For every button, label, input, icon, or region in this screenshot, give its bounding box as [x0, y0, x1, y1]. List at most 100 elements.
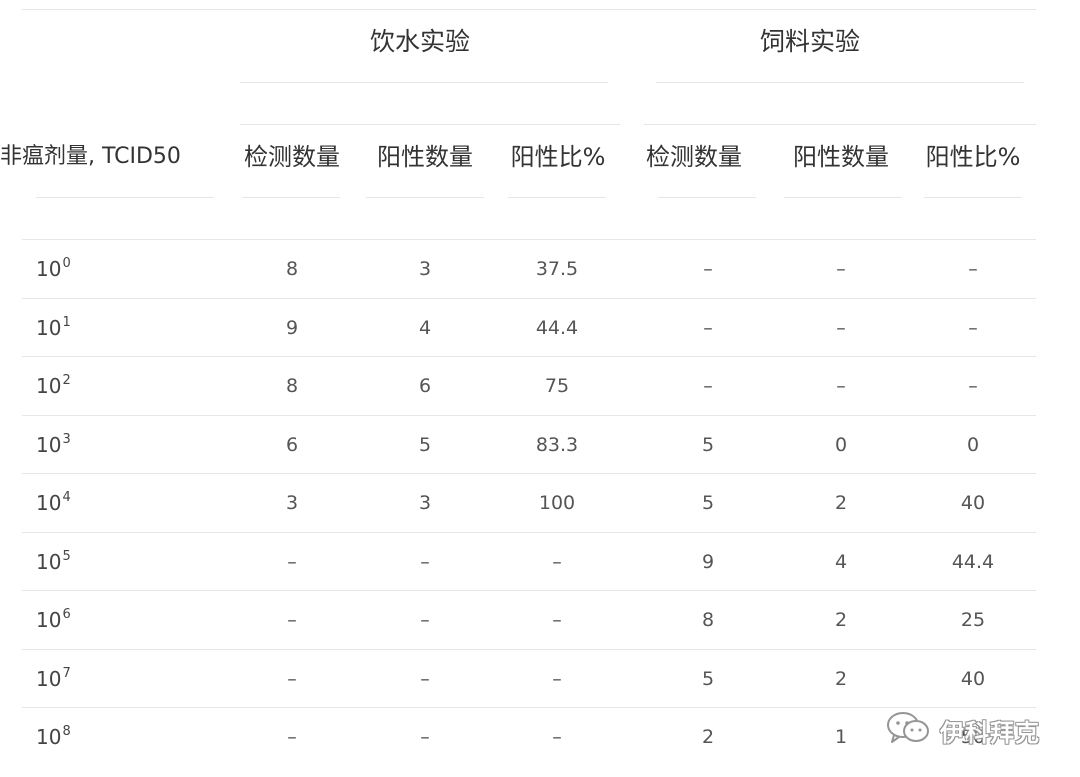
dose-exponent: 2: [62, 373, 71, 388]
table-cell: 9: [285, 317, 299, 339]
dose-exponent: 5: [62, 549, 71, 564]
row-rule: [22, 707, 1036, 708]
dose-base: 10: [36, 316, 62, 340]
table-cell: 44.4: [951, 551, 995, 573]
table-cell: –: [552, 726, 562, 748]
table-cell: 2: [834, 492, 848, 514]
column-header-water-tested: 检测数量: [244, 143, 340, 171]
table-cell: 9: [701, 551, 715, 573]
group-header-drinking-water: 饮水实验: [369, 27, 470, 56]
table-cell: –: [420, 726, 430, 748]
column-header-feed-tested: 检测数量: [646, 143, 742, 171]
table-cell: –: [420, 609, 430, 631]
column-header-water-ratio: 阳性比%: [510, 143, 606, 171]
table-cell: –: [287, 551, 297, 573]
watermark: 伊科拜克: [886, 712, 1040, 748]
dose-cell: 102: [36, 371, 71, 401]
table-cell: 0: [834, 434, 848, 456]
table-cell: 4: [418, 317, 432, 339]
table-cell: 6: [285, 434, 299, 456]
row-rule: [22, 239, 1036, 240]
table-cell: 8: [285, 258, 299, 280]
dose-cell: 104: [36, 488, 71, 518]
table-cell: 6: [418, 375, 432, 397]
table-cell: 40: [960, 668, 986, 690]
table-cell: 4: [834, 551, 848, 573]
subhead-rule-water: [240, 124, 620, 125]
table-cell: 3: [418, 258, 432, 280]
table-cell: 75: [544, 375, 570, 397]
dose-cell: 100: [36, 254, 71, 284]
dose-base: 10: [36, 725, 62, 749]
watermark-text: 伊科拜克: [940, 718, 1040, 747]
table-cell: 2: [834, 609, 848, 631]
group-rule-feed: [656, 82, 1024, 83]
group-rule-water: [240, 82, 608, 83]
dose-base: 10: [36, 608, 62, 632]
dose-base: 10: [36, 433, 62, 457]
column-header-feed-positive: 阳性数量: [793, 143, 889, 171]
table-cell: 8: [285, 375, 299, 397]
dose-base: 10: [36, 374, 62, 398]
dose-base: 10: [36, 491, 62, 515]
dose-exponent: 7: [62, 666, 71, 681]
table-cell: –: [703, 317, 713, 339]
table-cell: 5: [418, 434, 432, 456]
header-underline: [784, 197, 902, 198]
table-cell: –: [552, 551, 562, 573]
table-cell: –: [836, 258, 846, 280]
table-cell: –: [552, 609, 562, 631]
table-cell: –: [552, 668, 562, 690]
table-cell: 44.4: [535, 317, 579, 339]
table-cell: –: [968, 375, 978, 397]
row-rule: [22, 415, 1036, 416]
row-rule: [22, 356, 1036, 357]
row-rule: [22, 590, 1036, 591]
table-cell: 3: [285, 492, 299, 514]
header-underline: [366, 197, 484, 198]
table-cell: 83.3: [535, 434, 579, 456]
table-cell: –: [968, 258, 978, 280]
dose-cell: 107: [36, 664, 71, 694]
table-cell: 25: [960, 609, 986, 631]
column-header-feed-ratio: 阳性比%: [925, 143, 1021, 171]
row-rule: [22, 298, 1036, 299]
header-underline: [36, 197, 214, 198]
dose-cell: 108: [36, 722, 71, 752]
table-cell: 100: [538, 492, 576, 514]
subhead-rule-feed: [644, 124, 1036, 125]
dose-cell: 103: [36, 430, 71, 460]
dose-cell: 105: [36, 547, 71, 577]
dose-exponent: 0: [62, 256, 71, 271]
table-page: 饮水实验 饲料实验 非瘟剂量, TCID50 检测数量 阳性数量 阳性比% 检测…: [0, 0, 1080, 777]
dose-column-header: 非瘟剂量, TCID50: [0, 144, 181, 169]
dose-cell: 101: [36, 313, 71, 343]
dose-base: 10: [36, 667, 62, 691]
table-cell: –: [703, 375, 713, 397]
top-rule: [22, 9, 1036, 10]
table-cell: 8: [701, 609, 715, 631]
table-cell: 5: [701, 434, 715, 456]
row-rule: [22, 473, 1036, 474]
dose-base: 10: [36, 550, 62, 574]
table-cell: 1: [834, 726, 848, 748]
header-underline: [658, 197, 756, 198]
table-cell: –: [287, 609, 297, 631]
header-underline: [242, 197, 340, 198]
group-header-feed: 饲料实验: [759, 27, 860, 56]
table-cell: –: [287, 726, 297, 748]
column-header-water-positive: 阳性数量: [377, 143, 473, 171]
table-cell: –: [420, 668, 430, 690]
table-cell: 3: [418, 492, 432, 514]
header-underline: [924, 197, 1022, 198]
wechat-icon: [886, 711, 932, 749]
table-cell: –: [836, 375, 846, 397]
row-rule: [22, 649, 1036, 650]
row-rule: [22, 532, 1036, 533]
table-cell: 2: [834, 668, 848, 690]
table-cell: –: [836, 317, 846, 339]
dose-exponent: 4: [62, 490, 71, 505]
table-cell: –: [420, 551, 430, 573]
table-cell: 2: [701, 726, 715, 748]
table-cell: –: [703, 258, 713, 280]
